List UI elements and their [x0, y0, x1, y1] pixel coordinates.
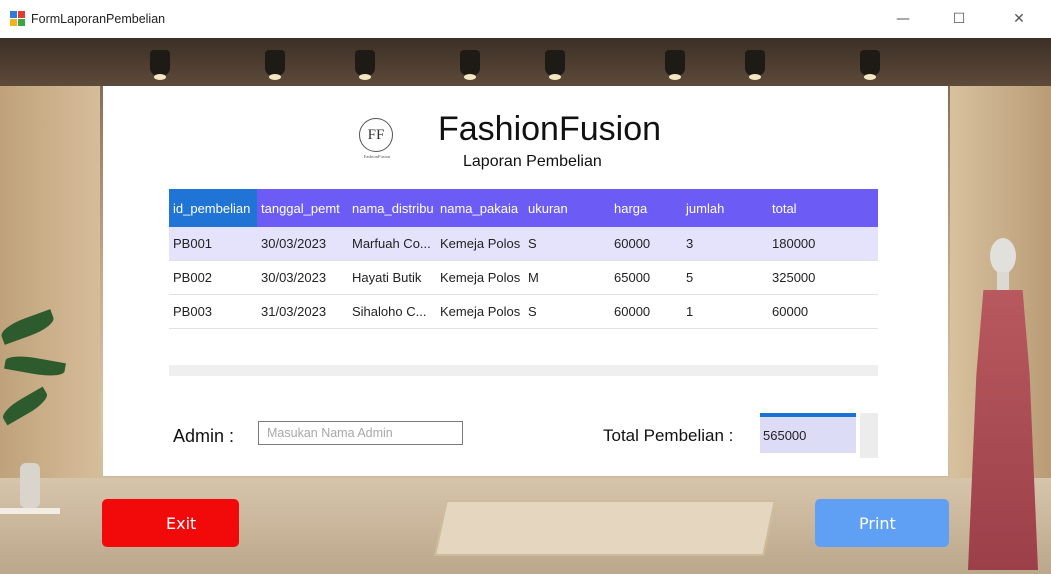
horizontal-scrollbar[interactable] — [169, 365, 878, 376]
cell-nama-pakaian[interactable]: Kemeja Polos — [436, 295, 524, 328]
cell-nama-distributor[interactable]: Marfuah Co... — [348, 227, 436, 260]
admin-name-input[interactable] — [258, 421, 463, 445]
window-title: FormLaporanPembelian — [31, 12, 166, 26]
cell-tanggal[interactable]: 31/03/2023 — [257, 295, 348, 328]
form-app-icon — [10, 11, 26, 27]
cell-id-pembelian[interactable]: PB002 — [169, 261, 257, 294]
cell-total[interactable]: 60000 — [766, 295, 878, 328]
cell-id-pembelian[interactable]: PB003 — [169, 295, 257, 328]
total-side-box — [860, 413, 878, 458]
mannequin-icon — [958, 238, 1048, 570]
column-header-ukuran[interactable]: ukuran — [524, 189, 594, 227]
rug — [434, 500, 776, 556]
close-button[interactable]: ✕ — [996, 0, 1042, 38]
total-pembelian-label: Total Pembelian : — [603, 426, 734, 445]
cell-harga[interactable]: 60000 — [594, 227, 680, 260]
spotlight-icon — [665, 50, 685, 80]
exit-button[interactable]: Exit — [102, 499, 239, 547]
brand-title: FashionFusion — [438, 110, 662, 148]
table-row[interactable]: PB001 30/03/2023 Marfuah Co... Kemeja Po… — [169, 227, 878, 261]
report-subtitle: Laporan Pembelian — [463, 153, 602, 170]
spotlight-icon — [860, 50, 880, 80]
cell-harga[interactable]: 60000 — [594, 295, 680, 328]
side-table — [0, 508, 60, 514]
total-pembelian-value[interactable]: 565000 — [760, 413, 856, 453]
cell-tanggal[interactable]: 30/03/2023 — [257, 227, 348, 260]
spotlight-icon — [265, 50, 285, 80]
minimize-button[interactable]: — — [880, 0, 926, 38]
plant-icon — [0, 298, 70, 458]
cell-total[interactable]: 325000 — [766, 261, 878, 294]
cell-harga[interactable]: 65000 — [594, 261, 680, 294]
report-panel: FF FashionFusion FashionFusion Laporan P… — [103, 86, 948, 476]
cell-ukuran[interactable]: S — [524, 227, 594, 260]
cell-nama-distributor[interactable]: Sihaloho C... — [348, 295, 436, 328]
column-header-harga[interactable]: harga — [594, 189, 680, 227]
cell-id-pembelian[interactable]: PB001 — [169, 227, 257, 260]
cell-total[interactable]: 180000 — [766, 227, 878, 260]
cell-jumlah[interactable]: 3 — [680, 227, 766, 260]
cell-nama-pakaian[interactable]: Kemeja Polos — [436, 227, 524, 260]
cell-nama-distributor[interactable]: Hayati Butik — [348, 261, 436, 294]
cell-jumlah[interactable]: 5 — [680, 261, 766, 294]
table-row[interactable]: PB002 30/03/2023 Hayati Butik Kemeja Pol… — [169, 261, 878, 295]
spotlight-icon — [355, 50, 375, 80]
spotlight-icon — [545, 50, 565, 80]
spotlight-icon — [745, 50, 765, 80]
admin-label: Admin : — [173, 426, 235, 446]
column-header-nama-distributor[interactable]: nama_distribu — [348, 189, 436, 227]
column-header-total[interactable]: total — [766, 189, 878, 227]
maximize-button[interactable]: ☐ — [936, 0, 982, 38]
cell-ukuran[interactable]: S — [524, 295, 594, 328]
ceiling — [0, 38, 1051, 86]
fashionfusion-logo: FF FashionFusion — [355, 118, 395, 164]
vase-icon — [20, 463, 40, 508]
column-header-nama-pakaian[interactable]: nama_pakaia — [436, 189, 524, 227]
spotlight-icon — [150, 50, 170, 80]
logo-caption: FashionFusion — [363, 154, 391, 159]
purchase-data-grid[interactable]: id_pembelian tanggal_pemt nama_distribu … — [169, 189, 878, 376]
spotlight-icon — [460, 50, 480, 80]
grid-header-row: id_pembelian tanggal_pemt nama_distribu … — [169, 189, 878, 227]
cell-tanggal[interactable]: 30/03/2023 — [257, 261, 348, 294]
column-header-jumlah[interactable]: jumlah — [680, 189, 766, 227]
logo-monogram: FF — [359, 118, 393, 152]
cell-nama-pakaian[interactable]: Kemeja Polos — [436, 261, 524, 294]
grid-empty-area — [169, 329, 878, 365]
column-header-id-pembelian[interactable]: id_pembelian — [169, 189, 257, 227]
print-button[interactable]: Print — [815, 499, 949, 547]
cell-ukuran[interactable]: M — [524, 261, 594, 294]
title-bar: FormLaporanPembelian — ☐ ✕ — [0, 0, 1051, 38]
table-row[interactable]: PB003 31/03/2023 Sihaloho C... Kemeja Po… — [169, 295, 878, 329]
cell-jumlah[interactable]: 1 — [680, 295, 766, 328]
column-header-tanggal[interactable]: tanggal_pemt — [257, 189, 348, 227]
